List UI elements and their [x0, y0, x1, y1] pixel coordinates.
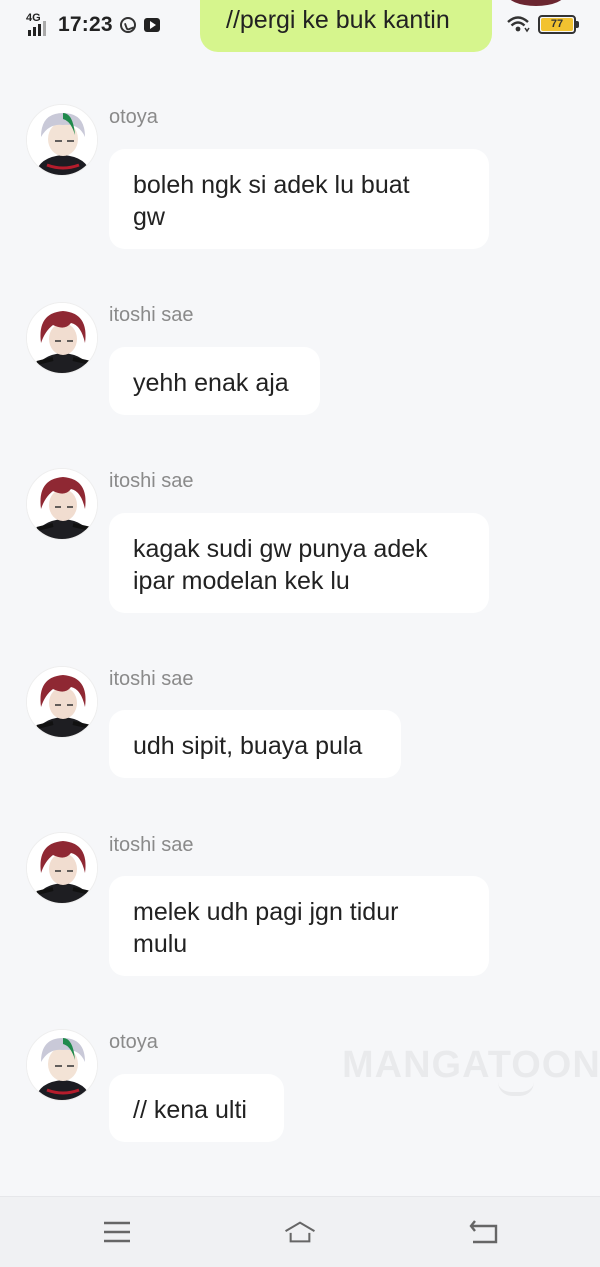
- message-text-line: mulu: [133, 930, 188, 958]
- back-icon[interactable]: [464, 1215, 504, 1249]
- sender-name: itoshi sae: [109, 470, 194, 492]
- sent-message-bubble[interactable]: //pergi ke buk kantin: [200, 0, 492, 52]
- message-text-line: boleh ngk si adek lu buat: [133, 171, 410, 199]
- nav-bar: [0, 1196, 600, 1267]
- message-bubble[interactable]: melek udh pagi jgn tidur mulu: [109, 876, 489, 976]
- message-text-line: ipar modelan kek lu: [133, 567, 350, 595]
- sender-name: itoshi sae: [109, 668, 194, 690]
- status-bar-right: 77: [506, 14, 579, 34]
- sender-avatar[interactable]: [26, 666, 98, 738]
- sender-name: otoya: [109, 106, 158, 128]
- message-text-line: melek udh pagi jgn tidur: [133, 898, 399, 926]
- sender-avatar[interactable]: [26, 468, 98, 540]
- sender-avatar[interactable]: [26, 1029, 98, 1101]
- message-text-line: udh sipit, buaya pula: [133, 732, 363, 760]
- message-text-line: yehh enak aja: [133, 369, 289, 397]
- sent-message-text: //pergi ke buk kantin: [226, 6, 450, 34]
- youtube-icon: [143, 16, 161, 34]
- message-text-line: kagak sudi gw punya adek: [133, 535, 428, 563]
- status-time: 17:23: [58, 13, 113, 36]
- watermark-smile: [498, 1082, 534, 1096]
- home-icon[interactable]: [280, 1215, 320, 1249]
- sender-name: itoshi sae: [109, 834, 194, 856]
- wifi-icon: [506, 14, 530, 34]
- battery-icon: 77: [538, 14, 579, 34]
- message-bubble[interactable]: udh sipit, buaya pula: [109, 710, 401, 778]
- message-bubble[interactable]: kagak sudi gw punya adek ipar modelan kek…: [109, 513, 489, 613]
- watermark: MANGATOON: [342, 1044, 600, 1086]
- message-text-line: // kena ulti: [133, 1096, 247, 1124]
- sender-avatar[interactable]: [26, 104, 98, 176]
- status-bar-left: 4G 17:23: [24, 12, 161, 38]
- menu-icon[interactable]: [97, 1215, 137, 1249]
- sender-avatar[interactable]: [26, 832, 98, 904]
- message-text-line: gw: [133, 203, 165, 231]
- signal-icon: 4G: [24, 12, 52, 38]
- sender-avatar[interactable]: [26, 302, 98, 374]
- sender-name: otoya: [109, 1031, 158, 1053]
- sender-name: itoshi sae: [109, 304, 194, 326]
- message-bubble[interactable]: boleh ngk si adek lu buat gw: [109, 149, 489, 249]
- battery-level: 77: [541, 17, 573, 31]
- message-bubble[interactable]: // kena ulti: [109, 1074, 284, 1142]
- whatsapp-icon: [119, 16, 137, 34]
- chat-screen: 4G 17:23 77 //pergi ke buk kantin otoya …: [0, 0, 600, 1267]
- message-bubble[interactable]: yehh enak aja: [109, 347, 320, 415]
